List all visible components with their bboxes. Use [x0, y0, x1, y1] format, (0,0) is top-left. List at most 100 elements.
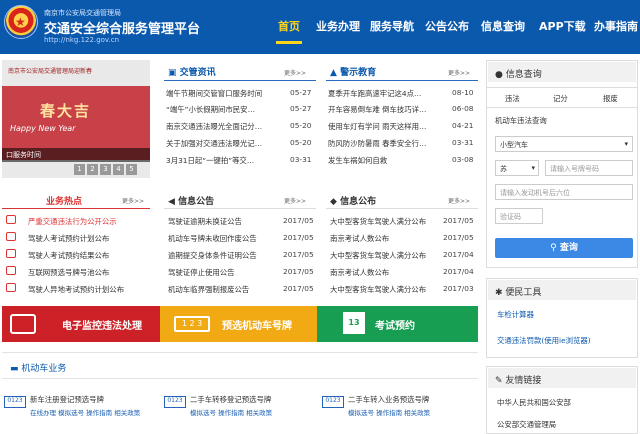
hot-item[interactable]: 驾驶人异地考试预约计划公布 — [28, 284, 124, 295]
friend-link[interactable]: 公安部交通管理局 — [497, 419, 556, 430]
calendar-icon — [6, 232, 16, 241]
plate-number-icon: 0123 — [322, 396, 344, 408]
tools-panel: ✱ 便民工具 车检计算器 交通违法罚款(使用ie浏览器) — [486, 278, 638, 358]
notice-item[interactable]: 机动车号牌未收回作废公告 — [168, 233, 257, 244]
news-item[interactable]: 南京交通违法曝光全面记分… — [166, 121, 262, 132]
publish-item[interactable]: 大中型客货车驾驶人满分公布 — [330, 216, 426, 227]
notice-item[interactable]: 逾期提交身体条件证明公告 — [168, 250, 257, 261]
tab-points[interactable]: 记分 — [553, 93, 568, 104]
banner-page-3[interactable]: 3 — [100, 164, 111, 175]
plate-number-icon: 0123 — [4, 396, 26, 408]
hot-item[interactable]: 驾驶人考试预约计划公布 — [28, 233, 109, 244]
friend-link[interactable]: 中华人民共和国公安部 — [497, 397, 571, 408]
link-guide[interactable]: 操作指南 — [86, 409, 112, 417]
banner-page-5[interactable]: 5 — [126, 164, 137, 175]
nav-service-guide[interactable]: 服务导航 — [370, 18, 414, 34]
nav-guide[interactable]: 办事指南 — [594, 18, 638, 34]
news-item[interactable]: 关于加强对交通违法曝光记… — [166, 138, 262, 149]
warning-item[interactable]: 发生车祸如何自救 — [328, 155, 387, 166]
warning-date: 08-10 — [452, 88, 474, 97]
warning-divider — [326, 80, 478, 81]
link-policy[interactable]: 相关政策 — [114, 409, 140, 417]
captcha-input[interactable]: 验证码 — [495, 208, 543, 224]
news-more-link[interactable]: 更多>> — [284, 68, 306, 77]
publish-more-link[interactable]: 更多>> — [448, 196, 470, 205]
plate-preselect-label: 预选机动车号牌 — [222, 321, 292, 332]
banner-page-4[interactable]: 4 — [113, 164, 124, 175]
publish-title: ◆ 信息公布 — [330, 197, 377, 207]
publish-item[interactable]: 南京考试人数公布 — [330, 233, 389, 244]
nav-info-query[interactable]: 信息查询 — [481, 18, 525, 34]
tool-link[interactable]: 交通违法罚款(使用ie浏览器) — [497, 335, 591, 346]
banner-carousel[interactable]: 南京市公安局交通管理局迎新春 春大吉 Happy New Year 口服务时间 … — [2, 60, 150, 178]
banner-page-2[interactable]: 2 — [87, 164, 98, 175]
news-date: 05-20 — [290, 121, 312, 130]
news-date: 05-27 — [290, 104, 312, 113]
exam-booking-button[interactable]: 13 考试预约 — [317, 306, 478, 342]
hot-more-link[interactable]: 更多>> — [122, 196, 144, 205]
warning-item[interactable]: 使用车灯有学问 雨天这样用… — [328, 121, 426, 132]
plate-preselect-button[interactable]: 1 2 3 预选机动车号牌 — [160, 306, 317, 342]
remote-exam-icon — [6, 283, 16, 292]
news-date: 05-20 — [290, 138, 312, 147]
link-policy[interactable]: 相关政策 — [246, 409, 272, 417]
notice-date: 2017/05 — [283, 267, 314, 276]
tab-violation[interactable]: 违法 — [505, 93, 520, 104]
vehicle-divider — [2, 378, 478, 379]
nav-home[interactable]: 首页 — [278, 18, 300, 34]
link-simulate[interactable]: 模拟选号 — [58, 409, 84, 417]
vehicle-item-title[interactable]: 二手车转移登记预选号牌 — [190, 394, 271, 405]
vehicle-item-links: 在线办理 模拟选号 操作指南 相关政策 — [30, 407, 140, 417]
plate-number-input[interactable]: 请输入号牌号码 — [545, 160, 633, 176]
tool-link[interactable]: 车检计算器 — [497, 309, 534, 320]
warning-more-link[interactable]: 更多>> — [448, 68, 470, 77]
nav-announcements[interactable]: 公告公布 — [425, 18, 469, 34]
notice-item[interactable]: 驾驶证停止使用公告 — [168, 267, 235, 278]
hot-item[interactable]: 互联网预选号牌号池公布 — [28, 267, 109, 278]
vehicle-item-title[interactable]: 新车注册登记预选号牌 — [30, 394, 104, 405]
query-button[interactable]: ⚲ 查询 — [495, 238, 633, 258]
news-item[interactable]: 3月31日起“一键拍”等交… — [166, 155, 254, 166]
vehicle-item-title[interactable]: 二手车转入业务预选号牌 — [348, 394, 429, 405]
publish-date: 2017/04 — [443, 267, 474, 276]
hot-item[interactable]: 严重交通违法行为公开公示 — [28, 216, 117, 227]
exam-booking-label: 考试预约 — [375, 321, 415, 332]
publish-item[interactable]: 大中型客货车驾驶人满分公布 — [330, 250, 426, 261]
news-icon: ▣ — [168, 68, 177, 78]
hot-divider — [2, 208, 150, 209]
vehicle-item-links: 模拟选号 操作指南 相关政策 — [348, 407, 430, 417]
publish-item[interactable]: 南京考试人数公布 — [330, 267, 389, 278]
link-simulate[interactable]: 模拟选号 — [348, 409, 374, 417]
nav-app-download[interactable]: APP下载 — [539, 18, 586, 34]
engine-number-input[interactable]: 请输入发动机号后六位 — [495, 184, 633, 200]
vehicle-item-links: 模拟选号 操作指南 相关政策 — [190, 407, 272, 417]
notice-more-link[interactable]: 更多>> — [284, 196, 306, 205]
publish-item[interactable]: 大中型客货车驾驶人满分公布 — [330, 284, 426, 295]
link-policy[interactable]: 相关政策 — [404, 409, 430, 417]
news-item[interactable]: “端午”小长假期间市民安… — [166, 104, 255, 115]
publish-date: 2017/03 — [443, 284, 474, 293]
banner-page-1[interactable]: 1 — [74, 164, 85, 175]
warning-date: 03-08 — [452, 155, 474, 164]
warning-item[interactable]: 防风防沙防暑雨 春季安全行… — [328, 138, 426, 149]
link-simulate[interactable]: 模拟选号 — [190, 409, 216, 417]
hot-item[interactable]: 驾驶人考试预约结果公布 — [28, 250, 109, 261]
publish-divider — [326, 208, 478, 209]
tools-title: ✱ 便民工具 — [495, 288, 542, 298]
warning-item[interactable]: 开车容易倒车难 倒车技巧详… — [328, 104, 426, 115]
link-online[interactable]: 在线办理 — [30, 409, 56, 417]
link-guide[interactable]: 操作指南 — [218, 409, 244, 417]
warning-item[interactable]: 夏季开车跑高速牢记这4点… — [328, 88, 421, 99]
link-guide[interactable]: 操作指南 — [376, 409, 402, 417]
tab-scrap[interactable]: 报废 — [603, 93, 618, 104]
chevron-down-icon: ▾ — [624, 140, 628, 148]
province-select[interactable]: 苏 ▾ — [495, 160, 539, 176]
car-type-select[interactable]: 小型汽车 ▾ — [495, 136, 633, 152]
ticket-handling-button[interactable]: 电子监控违法处理 — [2, 306, 160, 342]
notice-item[interactable]: 驾驶证逾期未换证公告 — [168, 216, 242, 227]
nav-business[interactable]: 业务办理 — [316, 18, 360, 34]
banner-caption[interactable]: 口服务时间 — [6, 150, 41, 160]
news-item[interactable]: 端午节期间交管窗口服务时间 — [166, 88, 262, 99]
notice-item[interactable]: 机动车临界强制报废公告 — [168, 284, 249, 295]
plate-icon: 1 2 3 — [174, 316, 210, 332]
